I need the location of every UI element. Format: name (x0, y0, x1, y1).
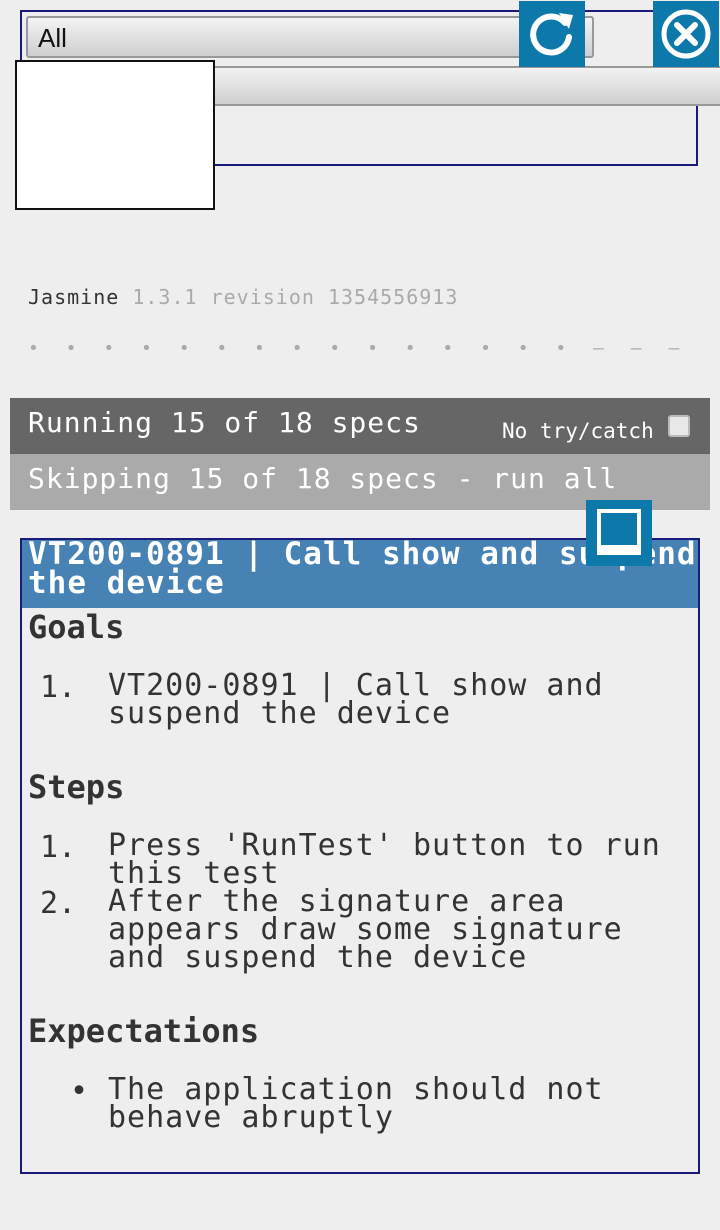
step-item: After the signature area appears draw so… (108, 884, 623, 975)
goal-item: VT200-0891 | Call show and suspend the d… (108, 668, 604, 731)
secondary-select[interactable] (210, 66, 720, 106)
refresh-icon (530, 13, 573, 56)
bullet-icon: • (70, 1074, 89, 1109)
step-item: Press 'RunTest' button to run this test (108, 828, 661, 891)
jasmine-banner: Jasmine 1.3.1 revision 1354556913 (28, 285, 458, 309)
close-button[interactable] (653, 1, 719, 67)
step-number: 1. (40, 830, 77, 865)
goal-number: 1. (40, 670, 77, 705)
jasmine-version: 1.3.1 revision 1354556913 (132, 285, 459, 309)
running-text: Running 15 of 18 specs (28, 406, 421, 439)
signature-panel (15, 60, 215, 210)
minimize-icon (597, 509, 641, 555)
no-try-catch-label: No try/catch (502, 419, 654, 443)
spec-progress-dots: • • • • • • • • • • • • • • • – – – (28, 338, 688, 359)
run-all-link[interactable]: Skipping 15 of 18 specs - run all (28, 462, 617, 495)
refresh-button[interactable] (519, 1, 585, 67)
close-icon (661, 9, 711, 59)
jasmine-name: Jasmine (28, 285, 120, 309)
filter-select[interactable]: All (26, 16, 594, 58)
steps-heading: Steps (28, 768, 125, 806)
minimize-button[interactable] (586, 500, 652, 566)
goals-heading: Goals (28, 608, 125, 646)
expectations-heading: Expectations (28, 1012, 260, 1050)
step-number: 2. (40, 886, 77, 921)
expectation-item: The application should not behave abrupt… (108, 1072, 604, 1135)
no-try-catch-checkbox[interactable] (668, 415, 690, 437)
